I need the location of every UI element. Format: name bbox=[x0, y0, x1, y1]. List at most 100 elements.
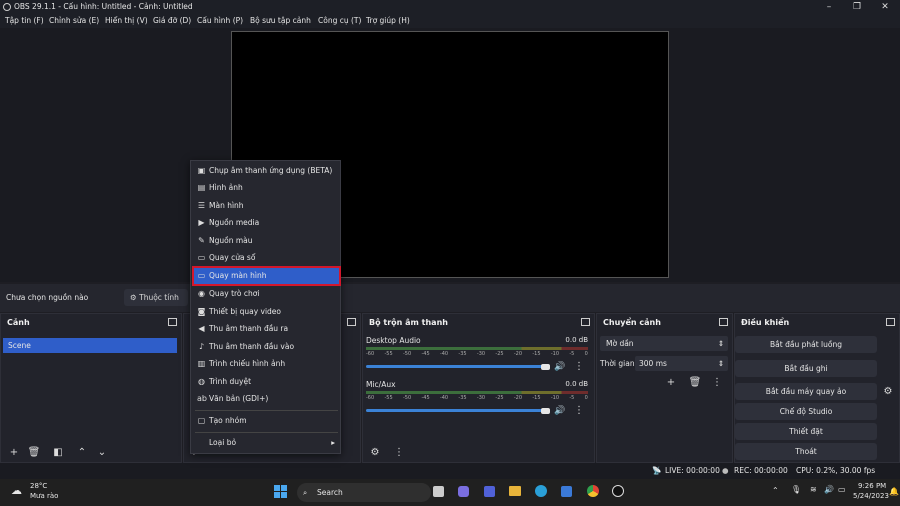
start-windows-icon[interactable] bbox=[274, 485, 287, 498]
scene-filters-button[interactable]: ◧ bbox=[50, 446, 66, 460]
meter-scale: -60 -55 -50 -45 -40 -35 -30 -25 -20 -15 -10 -5 0 bbox=[366, 395, 588, 401]
menu-item-browser[interactable]: ◍ Trình duyệt bbox=[194, 374, 339, 390]
clock-time[interactable]: 9:26 PM bbox=[858, 482, 886, 490]
clock-date[interactable]: 5/24/2023 bbox=[853, 492, 889, 500]
menu-scene-collection[interactable]: Bộ sưu tập cảnh bbox=[250, 16, 311, 25]
menu-item-color-source[interactable]: ✎ Nguồn màu bbox=[194, 233, 339, 249]
menu-edit[interactable]: Chỉnh sửa (E) bbox=[49, 16, 99, 25]
menu-item-window-capture[interactable]: ▭ Quay cửa sổ bbox=[194, 250, 339, 266]
add-transition-button[interactable]: + bbox=[663, 376, 679, 390]
task-view-icon[interactable] bbox=[433, 486, 444, 497]
menu-item-text-gdi[interactable]: ab Văn bản (GDI+) bbox=[194, 391, 339, 407]
virtual-camera-settings-gear-icon[interactable]: ⚙ bbox=[880, 385, 896, 399]
chevron-up-icon[interactable]: ⌃ bbox=[772, 486, 779, 495]
chevron-updown-icon: ⇕ bbox=[717, 359, 724, 368]
menu-item-audio-output-capture[interactable]: ◀ Thu âm thanh đầu ra bbox=[194, 321, 339, 337]
menu-item-image[interactable]: ▤ Hình ảnh bbox=[194, 180, 339, 196]
maximize-button[interactable]: ❐ bbox=[843, 0, 871, 14]
duration-spinbox[interactable]: 300 ms ⇕ bbox=[635, 356, 728, 371]
volume-knob[interactable] bbox=[541, 408, 550, 414]
speaker-icon[interactable]: 🔊 bbox=[552, 404, 568, 418]
transition-menu-button[interactable]: ⋮ bbox=[709, 376, 725, 390]
chrome-icon[interactable] bbox=[587, 485, 599, 497]
undock-icon[interactable] bbox=[719, 318, 728, 326]
remove-scene-button[interactable]: 🗑 bbox=[26, 446, 42, 460]
globe-icon: ◍ bbox=[198, 377, 205, 386]
mic-tray-icon[interactable]: 🎙 bbox=[791, 485, 801, 494]
live-icon: 📡 bbox=[652, 466, 662, 475]
menu-item-deprecated[interactable]: Loại bỏ ▸ bbox=[194, 435, 339, 451]
undock-icon[interactable] bbox=[347, 318, 356, 326]
edge-browser-icon[interactable] bbox=[535, 485, 547, 497]
wifi-icon[interactable]: ≋ bbox=[810, 485, 817, 494]
undock-icon[interactable] bbox=[886, 318, 895, 326]
menu-item-app-audio-capture[interactable]: ▣ Chụp âm thanh ứng dụng (BETA) bbox=[194, 163, 339, 179]
exit-button[interactable]: Thoát bbox=[735, 443, 877, 460]
mixer-menu-button[interactable]: ⋮ bbox=[391, 446, 407, 460]
move-up-button[interactable]: ⌃ bbox=[74, 446, 90, 460]
menu-help[interactable]: Trợ giúp (H) bbox=[366, 16, 410, 25]
store-icon[interactable] bbox=[561, 486, 572, 497]
notification-bell-icon[interactable]: 🔔 bbox=[889, 487, 899, 496]
rec-status: REC: 00:00:00 bbox=[734, 466, 788, 475]
scene-list-item[interactable]: Scene bbox=[3, 338, 177, 353]
minimize-button[interactable]: – bbox=[815, 0, 843, 14]
duration-value: 300 ms bbox=[639, 359, 667, 368]
start-virtual-camera-button[interactable]: Bắt đầu máy quay ảo bbox=[735, 383, 877, 400]
menu-item-display-capture[interactable]: ▭ Quay màn hình bbox=[192, 266, 341, 286]
menu-docks[interactable]: Giá đỡ (D) bbox=[153, 16, 191, 25]
file-explorer-icon[interactable] bbox=[509, 486, 521, 496]
close-button[interactable]: ✕ bbox=[871, 0, 899, 14]
menu-profile[interactable]: Cấu hình (P) bbox=[197, 16, 243, 25]
obs-taskbar-icon[interactable] bbox=[612, 485, 624, 497]
weather-temp[interactable]: 28°C bbox=[30, 482, 47, 490]
app-icon[interactable] bbox=[484, 486, 495, 497]
menu-item-image-slideshow[interactable]: ▥ Trình chiếu hình ảnh bbox=[194, 356, 339, 372]
volume-slider[interactable] bbox=[366, 365, 550, 368]
battery-icon[interactable]: ▭ bbox=[838, 485, 846, 494]
studio-mode-button[interactable]: Chế độ Studio bbox=[735, 403, 877, 420]
menu-file[interactable]: Tập tin (F) bbox=[5, 16, 44, 25]
properties-button[interactable]: ⚙ Thuộc tính bbox=[124, 289, 188, 306]
menu-item-video-capture-device[interactable]: ◙ Thiết bị quay video bbox=[194, 304, 339, 320]
weather-text[interactable]: Mưa rào bbox=[30, 492, 58, 500]
channel-db: 0.0 dB bbox=[565, 336, 588, 344]
taskbar-search-box[interactable]: ⌕ Search bbox=[297, 483, 431, 502]
weather-icon[interactable]: ☁ bbox=[11, 484, 22, 497]
add-scene-button[interactable]: + bbox=[6, 446, 22, 460]
volume-meter bbox=[366, 347, 588, 350]
menu-separator bbox=[195, 410, 338, 411]
mixer-title: Bộ trộn âm thanh bbox=[369, 318, 448, 327]
volume-slider[interactable] bbox=[366, 409, 550, 412]
menu-item-group[interactable]: ▢ Tạo nhóm bbox=[194, 413, 339, 429]
undock-icon[interactable] bbox=[581, 318, 590, 326]
volume-knob[interactable] bbox=[541, 364, 550, 370]
channel-name: Mic/Aux bbox=[366, 380, 396, 389]
menu-item-scene[interactable]: ☰ Màn hình bbox=[194, 198, 339, 214]
menu-separator bbox=[195, 432, 338, 433]
teams-chat-icon[interactable] bbox=[458, 486, 469, 497]
volume-tray-icon[interactable]: 🔊 bbox=[824, 485, 834, 494]
text-icon: ab bbox=[197, 394, 207, 403]
move-down-button[interactable]: ⌄ bbox=[94, 446, 110, 460]
mixer-settings-button[interactable]: ⚙ bbox=[367, 446, 383, 460]
transition-select[interactable]: Mờ dần ⇕ bbox=[600, 336, 728, 351]
start-streaming-button[interactable]: Bắt đầu phát luồng bbox=[735, 336, 877, 353]
menu-item-media-source[interactable]: ▶ Nguồn media bbox=[194, 215, 339, 231]
no-source-label: Chưa chọn nguồn nào bbox=[6, 293, 89, 302]
remove-transition-button[interactable]: 🗑 bbox=[687, 376, 703, 390]
menu-item-audio-input-capture[interactable]: ♪ Thu âm thanh đầu vào bbox=[194, 339, 339, 355]
menu-item-game-capture[interactable]: ◉ Quay trò chơi bbox=[194, 286, 339, 302]
menu-tools[interactable]: Công cụ (T) bbox=[318, 16, 361, 25]
settings-button[interactable]: Thiết đặt bbox=[735, 423, 877, 440]
more-options-icon[interactable]: ⋮ bbox=[571, 360, 587, 374]
window-title: OBS 29.1.1 - Cấu hình: Untitled - Cảnh: … bbox=[14, 2, 193, 11]
search-label: Search bbox=[317, 488, 343, 497]
speaker-icon[interactable]: 🔊 bbox=[552, 360, 568, 374]
menu-view[interactable]: Hiển thị (V) bbox=[105, 16, 148, 25]
chevron-updown-icon: ⇕ bbox=[717, 339, 724, 348]
undock-icon[interactable] bbox=[168, 318, 177, 326]
start-recording-button[interactable]: Bắt đầu ghi bbox=[735, 360, 877, 377]
more-options-icon[interactable]: ⋮ bbox=[571, 404, 587, 418]
slideshow-icon: ▥ bbox=[197, 359, 206, 368]
